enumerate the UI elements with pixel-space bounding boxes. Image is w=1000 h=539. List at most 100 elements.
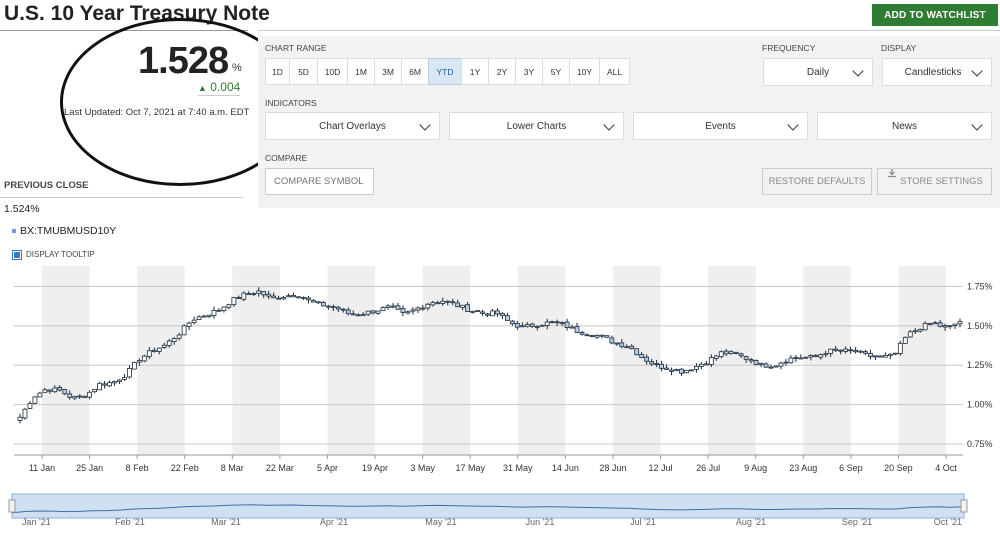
candle-body — [858, 350, 863, 353]
lower-charts-label: Lower Charts — [506, 120, 567, 132]
display-label: DISPLAY — [881, 43, 917, 53]
navigator-tick-label: Jan '21 — [22, 517, 51, 527]
candle-body — [748, 359, 754, 362]
candle-body — [743, 356, 749, 360]
candle-body — [728, 351, 734, 354]
candle-body — [937, 322, 943, 327]
x-tick-label: 9 Aug — [744, 463, 767, 473]
candle-body — [922, 323, 928, 331]
display-tooltip-checkbox[interactable] — [12, 250, 22, 260]
candle-body — [674, 369, 679, 372]
range-navigator[interactable]: Jan '21 Feb '21 Mar '21 Apr '21 May '21 Jun '… — [0, 490, 1000, 539]
candle-body — [32, 396, 38, 404]
news-label: News — [891, 120, 917, 132]
chevron-down-icon — [852, 65, 864, 77]
candle-body — [395, 305, 401, 310]
candle-body — [256, 290, 262, 294]
candle-body — [390, 305, 396, 308]
range-button-3m[interactable]: 3M — [374, 58, 402, 85]
candle-body — [823, 353, 829, 356]
candle-body — [102, 383, 107, 386]
candle-body — [614, 342, 620, 345]
candle-body — [296, 296, 301, 299]
candle-body — [231, 297, 237, 306]
events-label: Events — [705, 120, 736, 132]
chevron-down-icon — [419, 119, 431, 131]
candle-body — [554, 321, 560, 324]
frequency-dropdown[interactable]: Daily — [763, 58, 873, 86]
chevron-down-icon — [971, 119, 983, 131]
candle-body — [753, 360, 759, 366]
candle-body — [460, 304, 466, 308]
range-button-ytd[interactable]: YTD — [428, 58, 462, 85]
add-to-watchlist-button[interactable]: ADD TO WATCHLIST — [872, 4, 998, 26]
restore-defaults-button[interactable]: RESTORE DEFAULTS — [762, 168, 872, 195]
x-tick-label: 19 Apr — [362, 463, 388, 473]
range-button-5d[interactable]: 5D — [289, 58, 318, 85]
y-tick-label: 1.50% — [967, 321, 993, 331]
candle-body — [803, 356, 809, 359]
candle-body — [644, 356, 650, 362]
events-dropdown[interactable]: Events — [633, 112, 808, 140]
range-button-5y[interactable]: 5Y — [542, 58, 570, 85]
range-button-1d[interactable]: 1D — [265, 58, 290, 85]
candle-body — [286, 295, 291, 298]
candle-body — [599, 334, 605, 337]
candle-body — [708, 357, 714, 365]
range-button-all[interactable]: ALL — [599, 58, 630, 85]
candle-body — [723, 350, 729, 355]
candle-body — [281, 297, 286, 300]
chart-overlays-dropdown[interactable]: Chart Overlays — [265, 112, 440, 140]
candle-body — [843, 348, 848, 352]
lower-charts-dropdown[interactable]: Lower Charts — [449, 112, 624, 140]
candle-body — [733, 351, 739, 355]
candle-body — [246, 293, 252, 296]
x-tick-label: 23 Aug — [789, 463, 817, 473]
range-button-10d[interactable]: 10D — [317, 58, 348, 85]
candle-body — [495, 310, 500, 315]
compare-symbol-input[interactable] — [265, 168, 374, 195]
chart-band — [708, 266, 756, 455]
range-button-2y[interactable]: 2Y — [488, 58, 516, 85]
chart-band — [517, 266, 566, 455]
candle-body — [360, 314, 366, 317]
navigator-tick-label: Feb '21 — [115, 517, 145, 527]
range-button-1m[interactable]: 1M — [347, 58, 375, 85]
candle-body — [539, 324, 545, 327]
candle-body — [380, 307, 386, 312]
frequency-value: Daily — [806, 66, 830, 78]
candle-body — [146, 350, 152, 358]
range-button-1y[interactable]: 1Y — [461, 58, 489, 85]
navigator-tick-label: Apr '21 — [320, 517, 348, 527]
candle-body — [42, 389, 48, 393]
news-dropdown[interactable]: News — [817, 112, 992, 140]
x-tick-label: 8 Feb — [126, 463, 149, 473]
candle-body — [445, 300, 451, 303]
candle-body — [957, 320, 963, 325]
navigator-tick-label: Oct '21 — [934, 517, 962, 527]
candle-body — [619, 342, 625, 348]
candlestick-chart[interactable]: 0.75% 1.00% 1.25% 1.50% 1.75% 11 Jan 25 Jan 8 F… — [0, 262, 1000, 477]
x-tick-label: 22 Mar — [266, 463, 294, 473]
download-icon — [888, 169, 896, 178]
range-button-6m[interactable]: 6M — [401, 58, 429, 85]
range-button-10y[interactable]: 10Y — [569, 58, 600, 85]
candle-body — [57, 387, 63, 391]
candle-body — [385, 305, 391, 308]
candle-body — [544, 321, 550, 326]
candle-body — [798, 357, 804, 360]
y-tick-label: 1.25% — [967, 360, 993, 370]
candle-body — [579, 332, 585, 335]
candle-body — [291, 295, 296, 298]
candle-body — [271, 295, 277, 299]
candle-body — [549, 321, 555, 323]
display-dropdown[interactable]: Candlesticks — [882, 58, 992, 86]
candle-body — [117, 379, 122, 382]
range-button-3y[interactable]: 3Y — [515, 58, 543, 85]
candle-body — [738, 353, 744, 357]
price-unit: % — [232, 62, 242, 74]
y-tick-label: 0.75% — [967, 439, 993, 449]
candle-body — [425, 303, 431, 309]
candle-body — [161, 344, 167, 348]
store-settings-button[interactable]: STORE SETTINGS — [877, 168, 992, 195]
